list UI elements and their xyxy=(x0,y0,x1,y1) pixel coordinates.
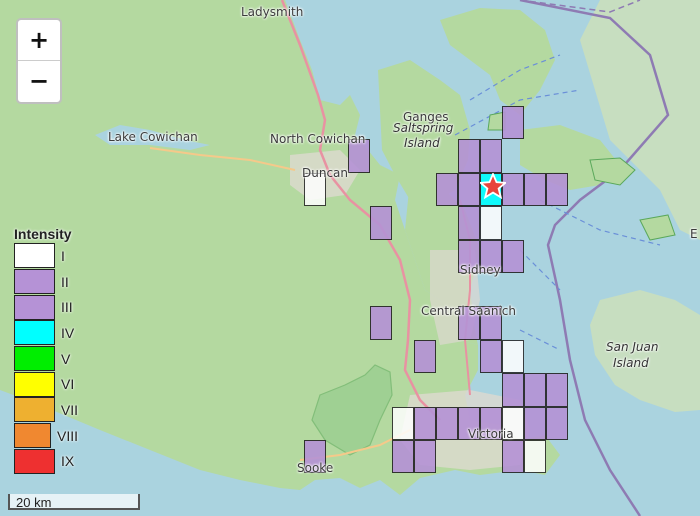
intensity-cell[interactable] xyxy=(524,172,546,207)
place-san-juan: San Juan xyxy=(606,340,659,354)
intensity-cell[interactable] xyxy=(524,406,546,440)
legend-label: III xyxy=(61,299,73,316)
intensity-cell[interactable] xyxy=(502,373,524,407)
legend-label: IX xyxy=(61,453,75,470)
intensity-cell[interactable] xyxy=(458,172,480,207)
intensity-cell[interactable] xyxy=(414,406,436,440)
legend-item: VI xyxy=(8,371,78,397)
intensity-cell[interactable] xyxy=(458,206,480,240)
legend-item: II xyxy=(8,269,78,295)
intensity-cell[interactable] xyxy=(370,306,392,340)
intensity-cell[interactable] xyxy=(480,139,502,173)
legend-label: V xyxy=(61,350,71,367)
place-north-cowichan: North Cowichan xyxy=(270,132,366,146)
intensity-cell[interactable] xyxy=(414,440,436,474)
intensity-cell[interactable] xyxy=(546,373,568,407)
zoom-out-button[interactable]: − xyxy=(18,60,60,101)
intensity-cell[interactable] xyxy=(414,339,436,374)
scale-bar: 20 km xyxy=(8,494,140,510)
intensity-cell[interactable] xyxy=(392,440,414,474)
legend-swatch xyxy=(14,243,55,269)
legend-swatch xyxy=(14,423,51,449)
place-victoria: Victoria xyxy=(468,427,514,441)
intensity-cell[interactable] xyxy=(480,206,502,240)
legend-swatch xyxy=(14,320,55,346)
legend-item: III xyxy=(8,294,78,320)
legend-item: IV xyxy=(8,320,78,346)
legend-swatch xyxy=(14,397,55,423)
legend-label: I xyxy=(61,247,65,264)
legend-item: VIII xyxy=(8,423,78,449)
place-lake-cowichan: Lake Cowichan xyxy=(108,130,198,144)
place-ladysmith: Ladysmith xyxy=(241,5,304,19)
legend-swatch xyxy=(14,448,55,474)
legend-swatch xyxy=(14,269,55,295)
place-duncan: Duncan xyxy=(302,166,349,180)
intensity-cell[interactable] xyxy=(436,172,458,207)
place-central-saanich: Central Saanich xyxy=(421,304,516,318)
legend-swatch xyxy=(14,294,55,320)
legend-label: VII xyxy=(60,401,78,418)
intensity-cell[interactable] xyxy=(502,339,524,374)
zoom-in-button[interactable]: + xyxy=(18,20,60,60)
intensity-cell[interactable] xyxy=(502,239,524,273)
place-sooke: Sooke xyxy=(297,461,334,475)
intensity-cell[interactable] xyxy=(436,406,458,440)
intensity-cell[interactable] xyxy=(524,440,546,474)
legend-swatch xyxy=(14,346,55,372)
map-canvas[interactable]: Ladysmith Ganges Saltspring Island Lake … xyxy=(0,0,700,516)
legend-item: IX xyxy=(8,448,78,475)
star-icon xyxy=(480,173,506,199)
intensity-cell[interactable] xyxy=(392,406,414,440)
legend-label: IV xyxy=(61,324,75,341)
legend-label: II xyxy=(61,273,69,290)
intensity-cell[interactable] xyxy=(458,139,480,173)
legend-swatch xyxy=(14,371,55,397)
place-saltspring: Saltspring xyxy=(393,121,454,135)
legend-item: V xyxy=(8,346,78,372)
intensity-cell[interactable] xyxy=(480,339,502,374)
intensity-cell[interactable] xyxy=(546,406,568,440)
place-san-juan-island: Island xyxy=(613,356,649,370)
intensity-cell[interactable] xyxy=(502,440,524,474)
intensity-cell[interactable] xyxy=(524,373,546,407)
intensity-cell[interactable] xyxy=(546,172,568,207)
zoom-control: + − xyxy=(16,18,62,104)
place-edge-label: E xyxy=(690,227,698,241)
intensity-cell[interactable] xyxy=(370,206,392,240)
legend-item: VII xyxy=(8,397,78,423)
legend-label: VIII xyxy=(56,427,78,444)
intensity-cell[interactable] xyxy=(502,106,524,140)
basemap xyxy=(0,0,700,516)
intensity-legend: Intensity I II III IV V VI VII VIII IX xyxy=(8,226,78,474)
land-east xyxy=(580,0,700,240)
place-saltspring-island: Island xyxy=(404,136,440,150)
legend-label: VI xyxy=(61,376,75,393)
place-sidney: Sidney xyxy=(460,263,501,277)
legend-title: Intensity xyxy=(14,226,72,242)
legend-item: I xyxy=(8,243,78,269)
